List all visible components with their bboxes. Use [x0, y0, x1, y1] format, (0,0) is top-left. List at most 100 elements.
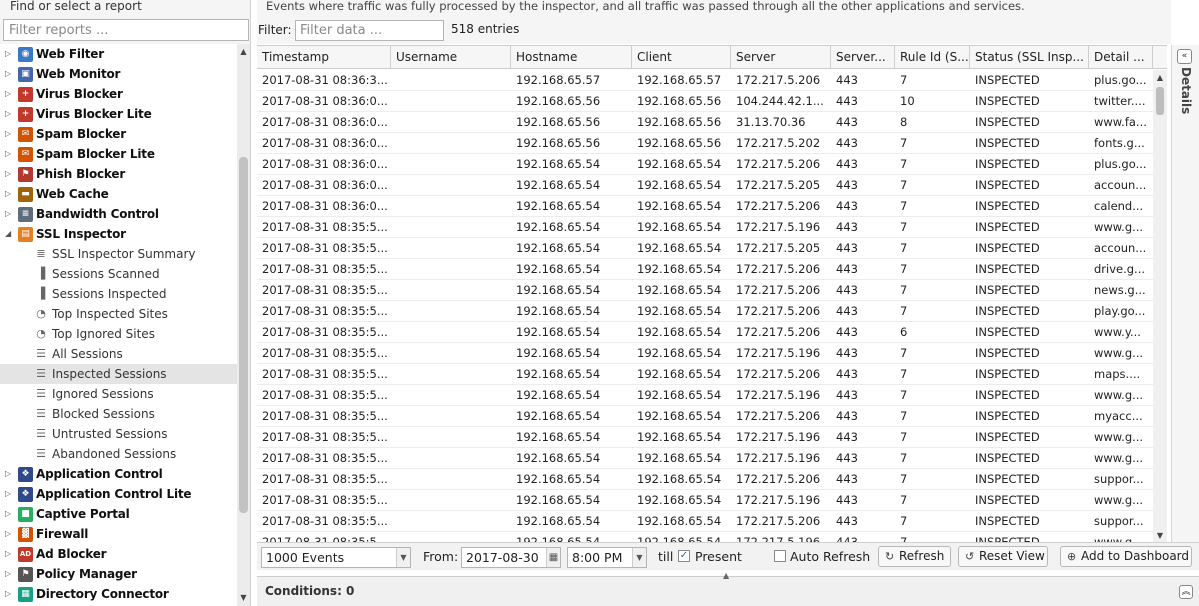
tree-report-item[interactable]: ☰ Untrusted Sessions: [0, 424, 237, 444]
table-row[interactable]: 2017-08-31 08:35:5... 192.168.65.54 192.16…: [257, 343, 1153, 364]
collapsed-arrow-icon[interactable]: ▷: [5, 124, 15, 144]
chevron-down-icon[interactable]: ▼: [396, 548, 410, 567]
tree-app-item[interactable]: ▷ ⚑ Phish Blocker: [0, 164, 237, 184]
collapsed-arrow-icon[interactable]: ▷: [5, 164, 15, 184]
column-header[interactable]: Timestamp: [257, 46, 391, 69]
tree-report-item[interactable]: ◔ Top Inspected Sites: [0, 304, 237, 324]
table-row[interactable]: 2017-08-31 08:35:5... 192.168.65.54 192.16…: [257, 259, 1153, 280]
collapsed-arrow-icon[interactable]: ▷: [5, 544, 15, 564]
tree-app-item[interactable]: ▷ ◉ Web Filter: [0, 44, 237, 64]
grid-scroll-thumb[interactable]: [1156, 87, 1164, 115]
reset-view-button[interactable]: ↺ Reset View: [958, 546, 1048, 567]
tree-report-item[interactable]: ☰ Ignored Sessions: [0, 384, 237, 404]
conditions-label[interactable]: Conditions: 0: [265, 584, 354, 598]
collapsed-arrow-icon[interactable]: ▷: [5, 464, 15, 484]
collapsed-arrow-icon[interactable]: ▷: [5, 184, 15, 204]
table-row[interactable]: 2017-08-31 08:35:5... 192.168.65.54 192.16…: [257, 238, 1153, 259]
events-limit-select[interactable]: 1000 Events ▼: [261, 547, 411, 568]
table-row[interactable]: 2017-08-31 08:35:5... 192.168.65.54 192.16…: [257, 217, 1153, 238]
table-row[interactable]: 2017-08-31 08:36:0... 192.168.65.56 192.16…: [257, 112, 1153, 133]
tree-app-item[interactable]: ▷ AD Ad Blocker: [0, 544, 237, 564]
tree-scrollbar[interactable]: ▲ ▼: [237, 44, 250, 606]
collapsed-arrow-icon[interactable]: ▷: [5, 144, 15, 164]
expand-details-icon[interactable]: «: [1177, 49, 1192, 64]
scroll-down-icon[interactable]: ▼: [237, 592, 250, 604]
table-row[interactable]: 2017-08-31 08:36:0... 192.168.65.56 192.16…: [257, 133, 1153, 154]
expanded-arrow-icon[interactable]: ◢: [5, 224, 15, 244]
tree-app-item[interactable]: ▷ ≡ Bandwidth Control: [0, 204, 237, 224]
tree-app-item[interactable]: ▷ ✉ Spam Blocker Lite: [0, 144, 237, 164]
tree-app-item[interactable]: ▷ ▓ Firewall: [0, 524, 237, 544]
auto-refresh-checkbox[interactable]: [774, 550, 786, 562]
from-date-field[interactable]: 2017-08-30 ▦: [461, 547, 561, 568]
add-to-dashboard-button[interactable]: ⊕ Add to Dashboard: [1060, 546, 1192, 567]
scroll-up-icon[interactable]: ▲: [1153, 72, 1167, 84]
calendar-icon[interactable]: ▦: [546, 548, 560, 567]
collapsed-arrow-icon[interactable]: ▷: [5, 204, 15, 224]
tree-report-item[interactable]: ☰ Inspected Sessions: [0, 364, 237, 384]
tree-app-item[interactable]: ▷ ▦ Directory Connector: [0, 584, 237, 604]
table-row[interactable]: 2017-08-31 08:36:0... 192.168.65.54 192.16…: [257, 175, 1153, 196]
data-filter-input[interactable]: [295, 20, 444, 41]
tree-scroll-thumb[interactable]: [239, 157, 248, 513]
tree-app-item[interactable]: ▷ ✉ Spam Blocker: [0, 124, 237, 144]
table-row[interactable]: 2017-08-31 08:35:5... 192.168.65.54 192.16…: [257, 280, 1153, 301]
collapsed-arrow-icon[interactable]: ▷: [5, 64, 15, 84]
from-time-select[interactable]: 8:00 PM ▼: [567, 547, 647, 568]
table-row[interactable]: 2017-08-31 08:35:5... 192.168.65.54 192.16…: [257, 490, 1153, 511]
report-filter-input[interactable]: [3, 19, 249, 41]
tree-app-item[interactable]: ▷ ▣ Web Monitor: [0, 64, 237, 84]
table-row[interactable]: 2017-08-31 08:35:5... 192.168.65.54 192.16…: [257, 301, 1153, 322]
collapsed-arrow-icon[interactable]: ▷: [5, 484, 15, 504]
tree-report-item[interactable]: ☰ Abandoned Sessions: [0, 444, 237, 464]
tree-report-item[interactable]: ☰ All Sessions: [0, 344, 237, 364]
chevron-down-icon[interactable]: ▼: [632, 548, 646, 567]
tree-app-item[interactable]: ▷ + Virus Blocker: [0, 84, 237, 104]
table-row[interactable]: 2017-08-31 08:35:5... 192.168.65.54 192.16…: [257, 385, 1153, 406]
table-row[interactable]: 2017-08-31 08:36:3... 192.168.65.57 192.16…: [257, 70, 1153, 91]
collapsed-arrow-icon[interactable]: ▷: [5, 44, 15, 64]
column-header[interactable]: Server: [731, 46, 831, 69]
table-row[interactable]: 2017-08-31 08:35:5... 192.168.65.54 192.16…: [257, 406, 1153, 427]
details-label[interactable]: Details: [1179, 67, 1193, 114]
column-header[interactable]: Server...: [831, 46, 895, 69]
table-row[interactable]: 2017-08-31 08:35:5... 192.168.65.54 192.16…: [257, 511, 1153, 532]
column-header[interactable]: Detail ...: [1089, 46, 1153, 69]
tree-report-item[interactable]: ≣ SSL Inspector Summary: [0, 244, 237, 264]
tree-app-item[interactable]: ▷ ▬ Web Cache: [0, 184, 237, 204]
refresh-button[interactable]: ↻ Refresh: [878, 546, 951, 567]
table-row[interactable]: 2017-08-31 08:35:5... 192.168.65.54 192.16…: [257, 364, 1153, 385]
column-header[interactable]: Client: [632, 46, 731, 69]
collapsed-arrow-icon[interactable]: ▷: [5, 504, 15, 524]
table-row[interactable]: 2017-08-31 08:35:5... 192.168.65.54 192.16…: [257, 427, 1153, 448]
splitter-grip-icon[interactable]: ▲: [723, 571, 729, 580]
column-header[interactable]: Hostname: [511, 46, 632, 69]
table-row[interactable]: 2017-08-31 08:35:5... 192.168.65.54 192.16…: [257, 322, 1153, 343]
present-checkbox[interactable]: ✓: [678, 550, 690, 562]
table-row[interactable]: 2017-08-31 08:35:5... 192.168.65.54 192.16…: [257, 532, 1153, 542]
expand-conditions-icon[interactable]: ︽: [1179, 585, 1193, 599]
tree-report-item[interactable]: ▐ Sessions Scanned: [0, 264, 237, 284]
table-row[interactable]: 2017-08-31 08:36:0... 192.168.65.54 192.16…: [257, 154, 1153, 175]
column-header[interactable]: Status (SSL Insp...: [970, 46, 1089, 69]
tree-report-item[interactable]: ▐ Sessions Inspected: [0, 284, 237, 304]
table-row[interactable]: 2017-08-31 08:36:0... 192.168.65.56 192.16…: [257, 91, 1153, 112]
tree-app-item[interactable]: ▷ ❖ Application Control: [0, 464, 237, 484]
tree-app-item[interactable]: ▷ ❖ Application Control Lite: [0, 484, 237, 504]
tree-report-item[interactable]: ☰ Blocked Sessions: [0, 404, 237, 424]
collapsed-arrow-icon[interactable]: ▷: [5, 564, 15, 584]
collapsed-arrow-icon[interactable]: ▷: [5, 584, 15, 604]
table-row[interactable]: 2017-08-31 08:35:5... 192.168.65.54 192.16…: [257, 448, 1153, 469]
column-header[interactable]: Rule Id (S...: [895, 46, 970, 69]
column-header[interactable]: Username: [391, 46, 511, 69]
table-row[interactable]: 2017-08-31 08:35:5... 192.168.65.54 192.16…: [257, 469, 1153, 490]
tree-app-item[interactable]: ▷ + Virus Blocker Lite: [0, 104, 237, 124]
scroll-down-icon[interactable]: ▼: [1153, 530, 1167, 542]
collapsed-arrow-icon[interactable]: ▷: [5, 104, 15, 124]
tree-app-item[interactable]: ◢ ▤ SSL Inspector: [0, 224, 237, 244]
tree-report-item[interactable]: ◔ Top Ignored Sites: [0, 324, 237, 344]
table-row[interactable]: 2017-08-31 08:36:0... 192.168.65.54 192.16…: [257, 196, 1153, 217]
collapsed-arrow-icon[interactable]: ▷: [5, 84, 15, 104]
tree-app-item[interactable]: ▷ ⚑ Policy Manager: [0, 564, 237, 584]
grid-scrollbar[interactable]: ▲ ▼: [1153, 70, 1167, 542]
